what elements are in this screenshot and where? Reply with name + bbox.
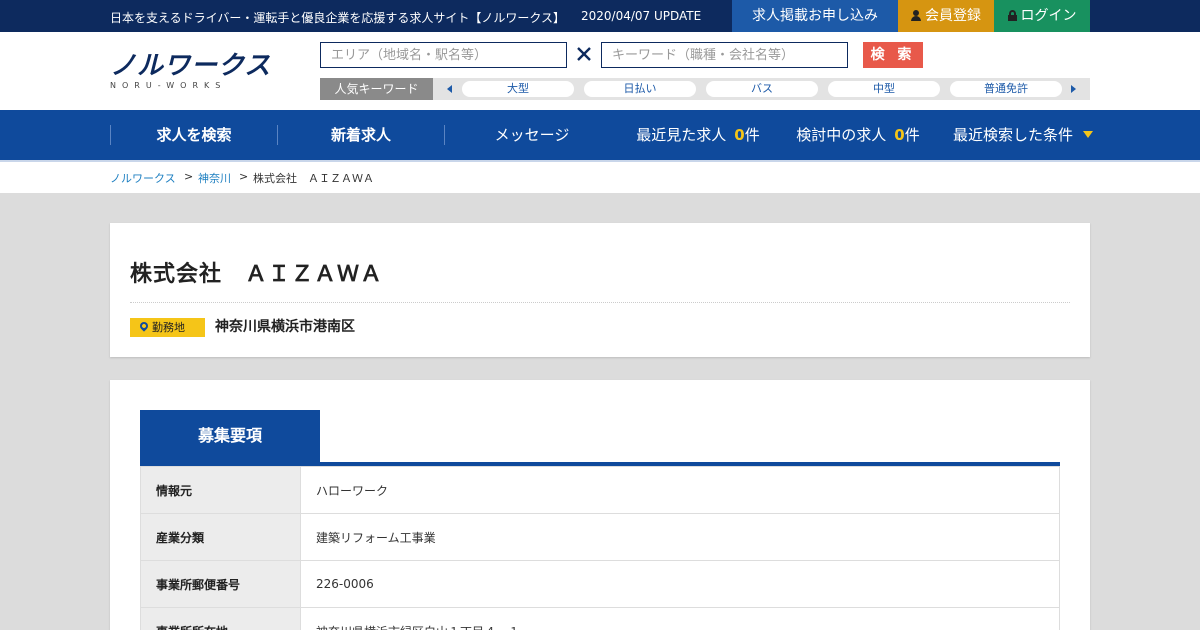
nav-new-jobs[interactable]: 新着求人 bbox=[278, 110, 444, 160]
update-date: 2020/04/07 UPDATE bbox=[581, 9, 702, 23]
table-row: 事業所郵便番号 226-0006 bbox=[140, 560, 1060, 608]
person-icon bbox=[911, 10, 921, 21]
nav-messages[interactable]: メッセージ bbox=[445, 110, 619, 160]
area-search-input[interactable]: エリア（地域名・駅名等） bbox=[320, 42, 567, 68]
tab-requirements[interactable]: 募集要項 bbox=[140, 410, 320, 462]
job-details-card: 募集要項 情報元 ハローワーク 産業分類 建築リフォーム工事業 事業所郵便番号 … bbox=[110, 380, 1090, 630]
scroll-left-icon[interactable] bbox=[447, 85, 452, 93]
site-tagline: 日本を支えるドライバー・運転手と優良企業を応援する求人サイト【ノルワークス】 bbox=[110, 11, 566, 25]
site-header: ノルワークス NORU-WORKS エリア（地域名・駅名等） キーワード（職種・… bbox=[0, 32, 1200, 110]
popular-keywords-label: 人気キーワード bbox=[320, 78, 433, 100]
keyword-search-input[interactable]: キーワード（職種・会社名等） bbox=[601, 42, 848, 68]
location-badge: 勤務地 bbox=[130, 318, 205, 337]
count-unit: 件 bbox=[744, 126, 760, 144]
company-name: 株式会社 ＡＩＺＡＷＡ bbox=[130, 262, 384, 287]
breadcrumb-current: 株式会社 ＡＩＺＡＷＡ bbox=[253, 172, 374, 185]
count-unit: 件 bbox=[904, 126, 920, 144]
row-value: 神奈川県横浜市緑区白山１丁目４－１ bbox=[300, 607, 1060, 630]
row-label: 産業分類 bbox=[140, 513, 301, 561]
row-value: 建築リフォーム工事業 bbox=[300, 513, 1060, 561]
table-row: 情報元 ハローワーク bbox=[140, 466, 1060, 514]
row-label: 情報元 bbox=[140, 466, 301, 514]
details-table: 情報元 ハローワーク 産業分類 建築リフォーム工事業 事業所郵便番号 226-0… bbox=[140, 466, 1060, 630]
popular-keywords-bar: 人気キーワード 大型 日払い バス 中型 普通免許 bbox=[320, 78, 1090, 100]
breadcrumb-separator: > bbox=[239, 170, 249, 183]
popular-keyword[interactable]: 普通免許 bbox=[950, 81, 1062, 97]
nav-recent-viewed[interactable]: 最近見た求人 0件 bbox=[628, 110, 768, 160]
clear-icon[interactable] bbox=[574, 44, 594, 64]
nav-considering[interactable]: 検討中の求人 0件 bbox=[788, 110, 928, 160]
top-bar: 日本を支えるドライバー・運転手と優良企業を応援する求人サイト【ノルワークス】 2… bbox=[0, 0, 1200, 32]
divider bbox=[130, 302, 1070, 303]
member-register-label: 会員登録 bbox=[925, 8, 981, 24]
logo-main: ノルワークス bbox=[110, 51, 272, 81]
row-value: 226-0006 bbox=[300, 560, 1060, 608]
member-register-button[interactable]: 会員登録 bbox=[898, 0, 994, 32]
breadcrumb-pref[interactable]: 神奈川 bbox=[198, 170, 231, 186]
row-value: ハローワーク bbox=[300, 466, 1060, 514]
map-pin-icon bbox=[138, 320, 150, 332]
nav-search-jobs[interactable]: 求人を検索 bbox=[111, 110, 277, 160]
login-label: ログイン bbox=[1020, 8, 1077, 24]
logo-sub: NORU-WORKS bbox=[110, 81, 227, 90]
table-row: 産業分類 建築リフォーム工事業 bbox=[140, 513, 1060, 561]
company-card: 株式会社 ＡＩＺＡＷＡ 勤務地 神奈川県横浜市港南区 bbox=[110, 223, 1090, 357]
lock-icon bbox=[1007, 10, 1017, 21]
considering-count: 0 bbox=[894, 126, 905, 144]
location-value: 神奈川県横浜市港南区 bbox=[215, 319, 355, 335]
recent-search-label: 最近検索した条件 bbox=[952, 126, 1073, 144]
popular-keyword[interactable]: 大型 bbox=[462, 81, 574, 97]
popular-keyword[interactable]: 日払い bbox=[584, 81, 696, 97]
site-logo[interactable]: ノルワークス NORU-WORKS bbox=[110, 52, 271, 90]
row-label: 事業所郵便番号 bbox=[140, 560, 301, 608]
breadcrumb-separator: > bbox=[184, 170, 194, 183]
search-button[interactable]: 検 索 bbox=[863, 42, 923, 68]
considering-label: 検討中の求人 bbox=[796, 126, 887, 144]
table-row: 事業所所在地 神奈川県横浜市緑区白山１丁目４－１ bbox=[140, 607, 1060, 630]
main-nav: 求人を検索 新着求人 メッセージ 最近見た求人 0件 検討中の求人 0件 最近検索し… bbox=[0, 110, 1200, 160]
nav-recent-search[interactable]: 最近検索した条件 bbox=[946, 110, 1100, 160]
recent-viewed-label: 最近見た求人 bbox=[636, 126, 727, 144]
post-job-label: 求人掲載お申し込み bbox=[752, 8, 878, 24]
breadcrumb-home[interactable]: ノルワークス bbox=[110, 170, 176, 186]
popular-keyword[interactable]: 中型 bbox=[828, 81, 940, 97]
row-label: 事業所所在地 bbox=[140, 607, 301, 630]
post-job-button[interactable]: 求人掲載お申し込み bbox=[732, 0, 898, 32]
recent-viewed-count: 0 bbox=[734, 126, 745, 144]
scroll-right-icon[interactable] bbox=[1071, 85, 1076, 93]
login-button[interactable]: ログイン bbox=[994, 0, 1090, 32]
location-label: 勤務地 bbox=[152, 321, 185, 334]
popular-keyword[interactable]: バス bbox=[706, 81, 818, 97]
breadcrumb: ノルワークス > 神奈川 > 株式会社 ＡＩＺＡＷＡ bbox=[0, 162, 1200, 193]
chevron-down-icon bbox=[1083, 131, 1093, 138]
